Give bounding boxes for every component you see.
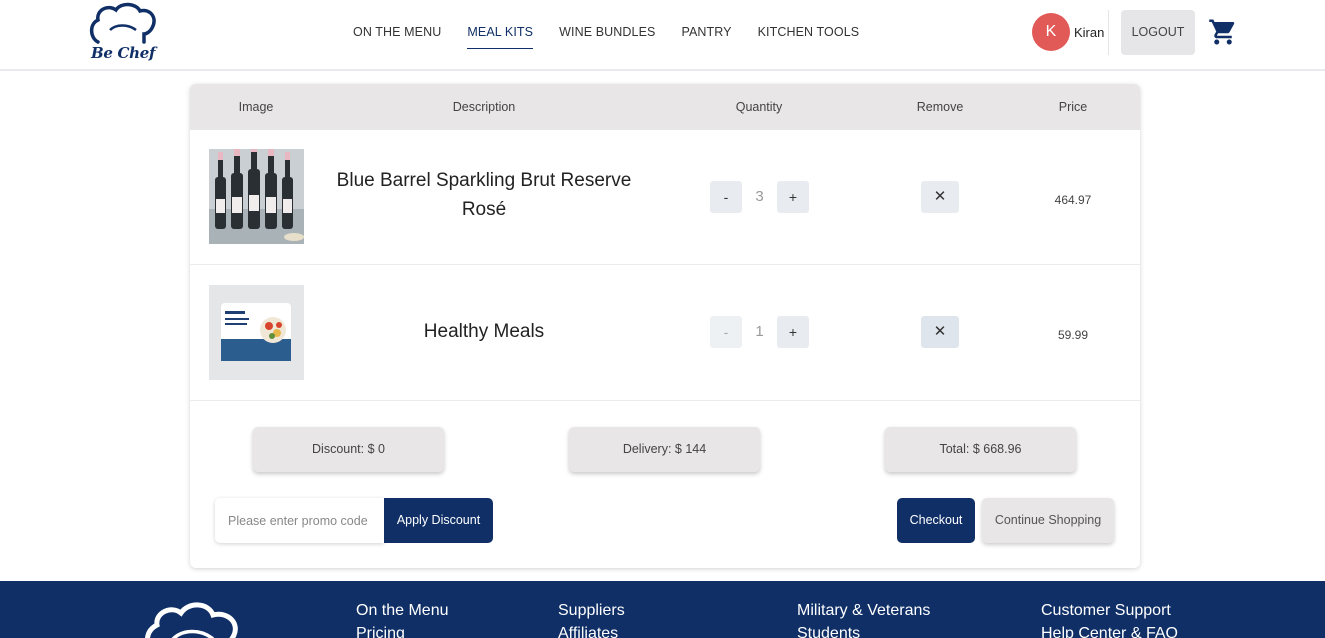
nav-item-on-the-menu[interactable]: ON THE MENU xyxy=(353,0,441,50)
footer-chef-hat-icon xyxy=(143,595,243,638)
checkout-button[interactable]: Checkout xyxy=(897,498,975,543)
cart-panel: Image Description Quantity Remove Price xyxy=(190,84,1140,568)
wine-bottles-icon xyxy=(209,149,304,244)
header-divider xyxy=(1108,10,1109,55)
increase-quantity-button[interactable]: + xyxy=(777,181,809,213)
footer-link-pricing[interactable]: Pricing xyxy=(356,622,449,638)
quantity-stepper: - 3 + xyxy=(710,181,809,213)
header-image: Image xyxy=(238,100,274,114)
nav-item-pantry[interactable]: PANTRY xyxy=(681,0,731,50)
cart-row: Blue Barrel Sparkling Brut Reserve Rosé … xyxy=(190,130,1140,265)
decrease-quantity-button[interactable]: - xyxy=(710,316,742,348)
product-image-meal xyxy=(209,285,304,380)
total-summary: Total: $ 668.96 xyxy=(885,427,1076,472)
footer-link-on-the-menu[interactable]: On the Menu xyxy=(356,599,449,622)
footer-link-students[interactable]: Students xyxy=(797,622,930,638)
site-header: Be Chef ON THE MENU MEAL KITS WINE BUNDL… xyxy=(0,0,1325,71)
shopping-cart-icon[interactable] xyxy=(1208,16,1238,48)
footer-link-help-center[interactable]: Help Center & FAQ xyxy=(1041,622,1178,638)
quantity-value: 1 xyxy=(755,323,764,340)
product-image-wine xyxy=(209,149,304,244)
main-nav: ON THE MENU MEAL KITS WINE BUNDLES PANTR… xyxy=(353,0,885,70)
quantity-value: 3 xyxy=(755,188,764,205)
logout-button[interactable]: LOGOUT xyxy=(1121,10,1195,55)
footer-column-3: Military & Veterans Students xyxy=(797,599,930,638)
product-description: Healthy Meals xyxy=(423,321,545,342)
apply-discount-button[interactable]: Apply Discount xyxy=(384,498,493,543)
remove-item-button[interactable]: ✕ xyxy=(921,181,959,213)
promo-code-input[interactable] xyxy=(215,498,384,543)
nav-item-wine-bundles[interactable]: WINE BUNDLES xyxy=(559,0,655,50)
continue-shopping-button[interactable]: Continue Shopping xyxy=(982,498,1114,543)
user-avatar[interactable]: K xyxy=(1032,13,1070,51)
item-price: 59.99 xyxy=(1057,328,1089,342)
footer-link-suppliers[interactable]: Suppliers xyxy=(558,599,625,622)
quantity-stepper: - 1 + xyxy=(710,316,809,348)
increase-quantity-button[interactable]: + xyxy=(777,316,809,348)
decrease-quantity-button[interactable]: - xyxy=(710,181,742,213)
meal-kit-box-icon xyxy=(209,285,304,380)
item-price: 464.97 xyxy=(1054,193,1092,207)
header-description: Description xyxy=(452,100,516,114)
remove-item-button[interactable]: ✕ xyxy=(921,316,959,348)
footer-link-military-veterans[interactable]: Military & Veterans xyxy=(797,599,930,622)
footer-link-affiliates[interactable]: Affiliates xyxy=(558,622,625,638)
discount-summary: Discount: $ 0 xyxy=(253,427,444,472)
logo-text: Be Chef xyxy=(91,44,156,62)
header-remove: Remove xyxy=(916,100,964,114)
nav-item-kitchen-tools[interactable]: KITCHEN TOOLS xyxy=(758,0,860,50)
footer-link-customer-support[interactable]: Customer Support xyxy=(1041,599,1178,622)
footer-column-2: Suppliers Affiliates xyxy=(558,599,625,638)
chef-hat-icon xyxy=(89,2,156,44)
cart-row: Healthy Meals - 1 + ✕ 59.99 xyxy=(190,265,1140,401)
nav-item-meal-kits[interactable]: MEAL KITS xyxy=(467,0,534,49)
product-description: Blue Barrel Sparkling Brut Reserve Rosé xyxy=(336,170,632,220)
site-footer: On the Menu Pricing Suppliers Affiliates… xyxy=(0,581,1325,638)
cart-table-header: Image Description Quantity Remove Price xyxy=(190,84,1140,130)
be-chef-logo[interactable]: Be Chef xyxy=(88,2,158,64)
header-quantity: Quantity xyxy=(735,100,783,114)
footer-column-1: On the Menu Pricing xyxy=(356,599,449,638)
user-name[interactable]: Kiran xyxy=(1074,25,1104,40)
footer-column-4: Customer Support Help Center & FAQ xyxy=(1041,599,1178,638)
header-price: Price xyxy=(1058,100,1088,114)
delivery-summary: Delivery: $ 144 xyxy=(569,427,760,472)
